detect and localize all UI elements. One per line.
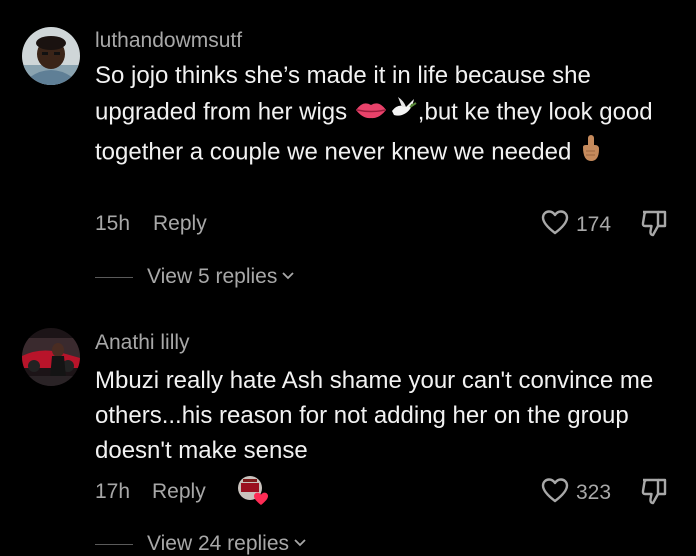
reply-button[interactable]: Reply [153, 212, 207, 236]
comment-username[interactable]: luthandowmsutf [95, 29, 242, 53]
comment-timestamp: 17h [95, 480, 131, 503]
divider [95, 276, 133, 278]
dislike-button[interactable] [640, 476, 668, 511]
reply-button[interactable]: Reply [152, 480, 206, 504]
comment-item: luthandowmsutf So jojo thinks she’s made… [0, 0, 696, 300]
comment-text: So jojo thinks she’s made it in life bec… [95, 58, 675, 173]
divider [95, 543, 133, 545]
lips-emoji-icon [354, 96, 388, 131]
thumbs-down-icon [640, 210, 668, 242]
like-button[interactable]: 323 [540, 476, 611, 509]
thumbs-down-icon [640, 478, 668, 510]
view-replies-button[interactable]: View 24 replies [95, 532, 307, 556]
index-pointing-up-emoji-icon [578, 133, 604, 173]
heart-outline-icon [540, 476, 570, 509]
creator-liked-badge [236, 474, 268, 506]
dove-emoji-icon [388, 93, 418, 133]
heart-outline-icon [540, 208, 570, 241]
chevron-down-icon [293, 535, 307, 553]
avatar[interactable] [22, 328, 80, 386]
view-replies-label: View 24 replies [147, 532, 290, 555]
view-replies-label: View 5 replies [147, 265, 278, 288]
comment-text: Mbuzi really hate Ash shame your can't c… [95, 367, 654, 464]
view-replies-button[interactable]: View 5 replies [95, 265, 295, 289]
comment-item: Anathi lilly Mbuzi really hate Ash shame… [0, 300, 696, 555]
like-count: 323 [576, 480, 612, 504]
like-button[interactable]: 174 [540, 208, 611, 241]
heart-filled-icon [254, 492, 268, 505]
like-count: 174 [576, 212, 612, 236]
comment-timestamp: 15h [95, 212, 131, 235]
chevron-down-icon [281, 268, 295, 286]
comment-username[interactable]: Anathi lilly [95, 331, 190, 355]
dislike-button[interactable] [640, 208, 668, 243]
avatar[interactable] [22, 27, 80, 85]
